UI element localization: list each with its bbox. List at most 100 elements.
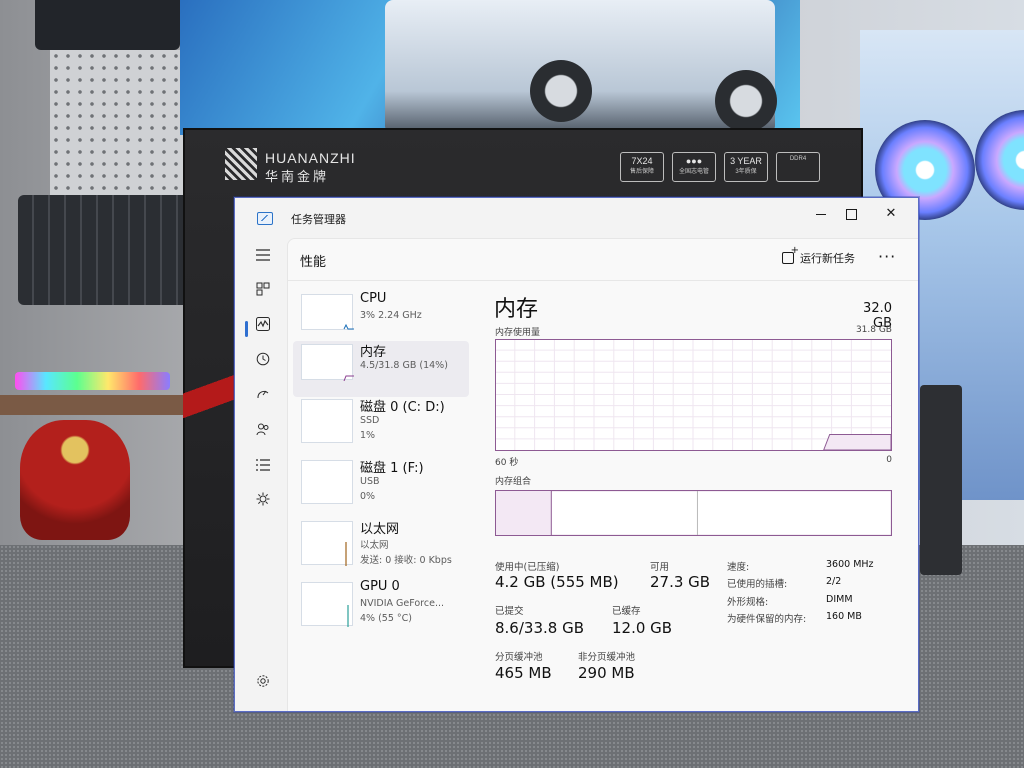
title-bar[interactable]: 任务管理器 ✕ [235,198,918,238]
device-detail: 1% [360,430,376,441]
keyboard [18,195,198,305]
cached-label: 已缓存 [612,606,641,617]
box-brand: HUANANZHI [265,150,356,166]
maximize-button[interactable] [837,204,865,224]
device-item-disk0[interactable]: 磁盘 0 (C: D:) SSD 1% [293,396,469,452]
slots-value: 2/2 [826,576,842,587]
device-detail: 以太网 [360,540,389,551]
gpu-thumbnail-graph [301,582,353,627]
speed-label: 速度: [727,562,750,573]
paged-pool-value: 465 MB [495,664,552,682]
disk1-thumbnail-graph [301,460,353,504]
figurine [20,420,130,540]
disk0-thumbnail-graph [301,399,353,443]
device-detail: 0% [360,491,376,502]
device-detail: NVIDIA GeForce... [360,598,445,609]
window-title: 任务管理器 [291,213,346,226]
minimize-button[interactable] [807,204,835,224]
memory-usage-chart [495,339,892,451]
performance-panel: 性能 运行新任务 ··· CPU 3% 2.24 GHz 内存 4.5/31.8… [287,238,918,711]
cached-value: 12.0 GB [612,619,673,637]
device-item-cpu[interactable]: CPU 3% 2.24 GHz [293,291,469,347]
cpu-thumbnail-graph [301,294,354,330]
close-button[interactable]: ✕ [877,204,905,224]
device-item-gpu[interactable]: GPU 0 NVIDIA GeForce... 4% (55 °C) [293,579,469,635]
paged-pool-label: 分页缓冲池 [495,652,543,663]
box-badge: DDR4 [776,152,820,182]
speed-value: 3600 MHz [826,559,874,570]
device-name: 内存 [360,345,387,360]
form-factor-label: 外形规格: [727,597,769,608]
device-detail: 4% (55 °C) [360,613,412,624]
chart-axis-right: 0 [886,455,892,465]
pegboard [50,50,185,210]
car-wheel [530,60,592,122]
box-badge: 3 YEAR 3年质保 [724,152,768,182]
composition-frame [495,490,892,536]
device-detail: 发送: 0 接收: 0 Kbps [360,555,452,566]
device-item-memory[interactable]: 内存 4.5/31.8 GB (14%) [293,341,469,397]
startup-icon[interactable] [252,386,274,408]
memory-thumbnail-graph [301,344,354,382]
history-icon[interactable] [252,351,274,373]
available-value: 27.3 GB [650,573,711,591]
device-item-ethernet[interactable]: 以太网 以太网 发送: 0 接收: 0 Kbps [293,518,469,574]
committed-value: 8.6/33.8 GB [495,619,584,637]
available-label: 可用 [650,562,670,573]
memory-composition-label: 内存组合 [495,477,532,487]
task-manager-window: 任务管理器 ✕ 性能 + 运行新任务 ··· CPU 3% 2.24 GHz 内… [234,197,919,712]
memory-title: 内存 [494,297,539,322]
keyboard-top [35,0,180,50]
device-detail: USB [360,476,380,487]
run-task-icon [782,245,799,264]
car-wheel [715,70,777,132]
router [920,385,962,575]
processes-icon[interactable] [252,281,274,303]
device-detail: 4.5/31.8 GB (14%) [360,360,448,371]
hardware-reserved-label: 为硬件保留的内存: [727,614,807,625]
committed-label: 已提交 [495,606,524,617]
nonpaged-pool-value: 290 MB [578,664,635,682]
nav-rail [235,238,285,711]
device-name: 磁盘 1 (F:) [360,461,424,476]
device-detail: SSD [360,415,380,426]
more-options-button[interactable]: ··· [878,247,896,266]
device-name: CPU [360,291,387,306]
shelf [0,395,185,415]
composition-in-use [496,491,552,535]
hardware-reserved-value: 160 MB [826,611,862,622]
performance-icon[interactable] [252,316,274,338]
details-icon[interactable] [252,456,274,478]
memory-usage-label: 内存使用量 [495,328,541,338]
led-strip [15,372,170,390]
box-badges: 7X24 售后保障 ●●● 全国志电管 3 YEAR 3年质保 DDR4 [620,152,820,182]
task-manager-app-icon [257,212,273,225]
run-new-task-label: 运行新任务 [800,252,855,265]
device-name: 以太网 [360,522,400,537]
users-icon[interactable] [252,421,274,443]
in-use-value: 4.2 GB (555 MB) [495,573,619,591]
page-title: 性能 [300,255,327,270]
device-item-disk1[interactable]: 磁盘 1 (F:) USB 0% [293,457,469,513]
nonpaged-pool-label: 非分页缓冲池 [578,652,636,663]
slots-label: 已使用的插槽: [727,579,788,590]
memory-usage-area [822,433,892,451]
memory-usage-max: 31.8 GB [855,325,892,335]
chart-axis-left: 60 秒 [495,458,519,468]
hamburger-icon[interactable] [252,246,274,268]
in-use-label: 使用中(已压缩) [495,562,560,573]
box-brand-cn: 华南金牌 [265,170,330,185]
device-detail: 3% 2.24 GHz [360,310,422,321]
memory-composition-bar [495,490,892,536]
nav-active-indicator [245,321,248,337]
box-badge: ●●● 全国志电管 [672,152,716,182]
ethernet-thumbnail-graph [301,521,353,566]
device-name: 磁盘 0 (C: D:) [360,400,445,415]
box-badge: 7X24 售后保障 [620,152,664,182]
header-bar: 性能 运行新任务 ··· [288,239,918,281]
brand-logo-icon [225,148,257,180]
form-factor-value: DIMM [826,594,853,605]
services-icon[interactable] [252,491,274,513]
settings-icon[interactable] [252,673,274,695]
run-new-task-button[interactable]: 运行新任务 [782,245,855,266]
